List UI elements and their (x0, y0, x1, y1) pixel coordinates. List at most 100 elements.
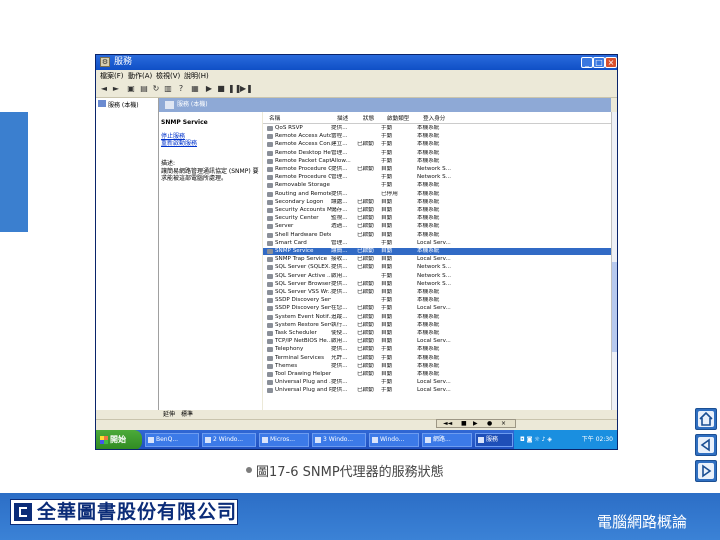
service-description: 提供... (331, 289, 348, 295)
play-icon[interactable]: ▶ (204, 84, 214, 94)
service-logon: 本機系統 (417, 182, 440, 189)
tab-extended[interactable]: 延伸 (163, 410, 175, 419)
service-gear-icon (267, 167, 273, 172)
column-startup-type[interactable]: 啟動類型 (387, 115, 409, 123)
service-description: 管理... (331, 174, 348, 181)
stop-icon[interactable]: ■ (461, 420, 467, 427)
taskbar-item[interactable]: 3 Windo... (312, 433, 366, 447)
stop-icon[interactable]: ■ (216, 84, 226, 94)
service-row[interactable]: SQL Server VSS Wr... 提供... 已啟動 自動 本機系統 (263, 289, 611, 296)
clock[interactable]: 下午 02:30 (582, 430, 613, 449)
taskbar-item[interactable]: 2 Windo... (202, 433, 256, 447)
service-row[interactable]: Remote Access Auto...當程... 手動 本機系統 (263, 133, 611, 140)
service-row[interactable]: Themes 提供... 已啟動 自動 本機系統 (263, 363, 611, 370)
menu-help[interactable]: 說明(H) (184, 70, 209, 82)
service-row[interactable]: Routing and Remote...提供... 已停用 本機系統 (263, 191, 611, 198)
service-gear-icon (267, 240, 273, 246)
column-name[interactable]: 名稱 (269, 115, 280, 123)
tree-icon[interactable]: ▦ (190, 84, 200, 94)
column-status[interactable]: 狀態 (363, 115, 374, 123)
service-row[interactable]: Terminal Services 允許... 已啟動 手動 本機系統 (263, 355, 611, 362)
service-description: 接收... (331, 256, 348, 263)
service-row[interactable]: QoS RSVP 提供... 手動 本機系統 (263, 125, 611, 132)
floating-toolbar[interactable]: ◄◄ ■ ▶ ● × (436, 419, 516, 428)
taskbar-item[interactable]: BenQ... (145, 433, 199, 447)
properties-icon[interactable]: ▤ (139, 84, 149, 94)
taskbar-item[interactable]: Micros... (259, 433, 309, 447)
service-status: 已啟動 (357, 280, 374, 287)
restart-service-link[interactable]: 重新啟動服務 (161, 140, 197, 147)
service-row[interactable]: Security Center 監視... 已啟動 自動 本機系統 (263, 215, 611, 222)
service-row[interactable]: Universal Plug and P... 提供... 已啟動 手動 Local S… (263, 387, 611, 394)
service-row[interactable]: SQL Server (SQLEX... 提供... 已啟動 自動 Network S.… (263, 264, 611, 271)
menu-action[interactable]: 動作(A) (128, 70, 152, 82)
record-icon[interactable]: ● (487, 420, 492, 427)
service-row[interactable]: Remote Packet Capt... Allow... 手動 本機系統 (263, 158, 611, 165)
vertical-scrollbar[interactable] (611, 112, 617, 410)
service-row[interactable]: Server 透過... 已啟動 自動 本機系統 (263, 223, 611, 230)
menu-file[interactable]: 檔案(F) (100, 70, 124, 82)
previous-button[interactable] (695, 434, 717, 456)
column-logon-as[interactable]: 登入身分 (423, 115, 445, 123)
up-icon[interactable]: ▣ (126, 84, 136, 94)
service-row[interactable]: Smart Card 管理... 手動 Local Serv... (263, 240, 611, 247)
service-startup-type: 手動 (381, 272, 393, 279)
service-row-selected[interactable]: SNMP Service 讓簡... 已啟動 自動 本機系統 (263, 248, 611, 255)
service-row[interactable]: Shell Hardware Dete... 已啟動自動 本機系統 (263, 232, 611, 239)
service-row[interactable]: Remote Procedure C...提供... 已啟動 自動 Network S… (263, 166, 611, 173)
service-row[interactable]: Universal Plug and ... 提供... 手動 Local Serv.… (263, 379, 611, 386)
rewind-icon[interactable]: ◄◄ (443, 420, 452, 427)
service-row[interactable]: SNMP Trap Service 接收... 已啟動 自動 Local Serv... (263, 256, 611, 263)
service-status: 已啟動 (357, 321, 374, 328)
service-row[interactable]: Secondary Logon 讓處... 已啟動 自動 本機系統 (263, 199, 611, 206)
service-row[interactable]: Security Accounts M... 儲存... 已啟動 自動 本機系統 (263, 207, 611, 214)
service-row[interactable]: System Restore Serv...執行... 已啟動自動 本機系統 (263, 322, 611, 329)
start-button[interactable]: 開始 (96, 430, 142, 449)
service-row[interactable]: SQL Server Active ... 啟用... 手動 Network S... (263, 273, 611, 280)
help-icon[interactable]: ? (176, 84, 186, 94)
minimize-button[interactable]: _ (581, 57, 593, 68)
service-gear-icon (267, 191, 273, 197)
console-tree: 服務 (本機) (96, 98, 159, 410)
service-row[interactable]: Remote Desktop Hel...管理... 手動 本機系統 (263, 150, 611, 157)
home-button[interactable] (695, 408, 717, 430)
close-icon[interactable]: × (501, 420, 506, 427)
service-row[interactable]: Removable Storage 手動 本機系統 (263, 182, 611, 189)
service-row[interactable]: Remote Procedure C...管理... 手動 Network S... (263, 174, 611, 181)
menu-view[interactable]: 檢視(V) (156, 70, 180, 82)
column-description[interactable]: 描述 (337, 115, 348, 123)
restart-icon[interactable]: ▶❚ (240, 84, 253, 94)
scrollbar-thumb[interactable] (612, 262, 617, 352)
service-row[interactable]: SSDP Discovery Serv... 手動 本機系統 (263, 297, 611, 304)
service-row[interactable]: Tool Drawing Helper 已啟動 自動 本機系統 (263, 371, 611, 378)
refresh-icon[interactable]: ↻ (151, 84, 161, 94)
service-row[interactable]: SQL Server Browser 提供... 已啟動 自動 Network S... (263, 281, 611, 288)
caption-bullet (246, 467, 252, 473)
service-row[interactable]: TCP/IP NetBIOS He... 啟用... 已啟動 自動 Local Serv… (263, 338, 611, 345)
service-startup-type: 手動 (381, 387, 393, 394)
taskbar: 開始 BenQ... 2 Windo... Micros... 3 Windo.… (96, 430, 617, 449)
close-button[interactable]: × (605, 57, 617, 68)
service-row[interactable]: Telephony 提供... 已啟動 手動 本機系統 (263, 346, 611, 353)
taskbar-item[interactable]: 網路... (422, 433, 472, 447)
play-icon[interactable]: ▶ (473, 420, 478, 427)
back-icon[interactable]: ◄ (99, 84, 109, 94)
stop-service-link[interactable]: 停止服務 (161, 133, 185, 140)
service-row[interactable]: SSDP Discovery Serv...在您... 已啟動手動 Local Se… (263, 305, 611, 312)
tray-icons[interactable]: ◘ ◙ ☼ ♪ ◈ (520, 430, 552, 449)
taskbar-item-active[interactable]: 服務 (475, 433, 513, 447)
tab-standard[interactable]: 標準 (181, 410, 193, 419)
pause-icon[interactable]: ❚❚ (228, 84, 241, 94)
service-description: 在您... (331, 305, 348, 312)
maximize-button[interactable]: □ (593, 57, 605, 68)
tree-item-services[interactable]: 服務 (本機) (108, 100, 139, 109)
service-startup-type: 手動 (381, 141, 393, 148)
export-icon[interactable]: ▥ (163, 84, 173, 94)
service-row[interactable]: Task Scheduler 使使... 已啟動 自動 本機系統 (263, 330, 611, 337)
taskbar-item[interactable]: Windo... (369, 433, 419, 447)
service-startup-type: 手動 (381, 157, 393, 164)
service-row[interactable]: System Event Notif... 追蹤... 已啟動 自動 本機系統 (263, 314, 611, 321)
next-button[interactable] (695, 460, 717, 482)
forward-icon[interactable]: ► (111, 84, 121, 94)
service-row[interactable]: Remote Access Con... 建立... 已啟動 手動 本機系統 (263, 141, 611, 148)
